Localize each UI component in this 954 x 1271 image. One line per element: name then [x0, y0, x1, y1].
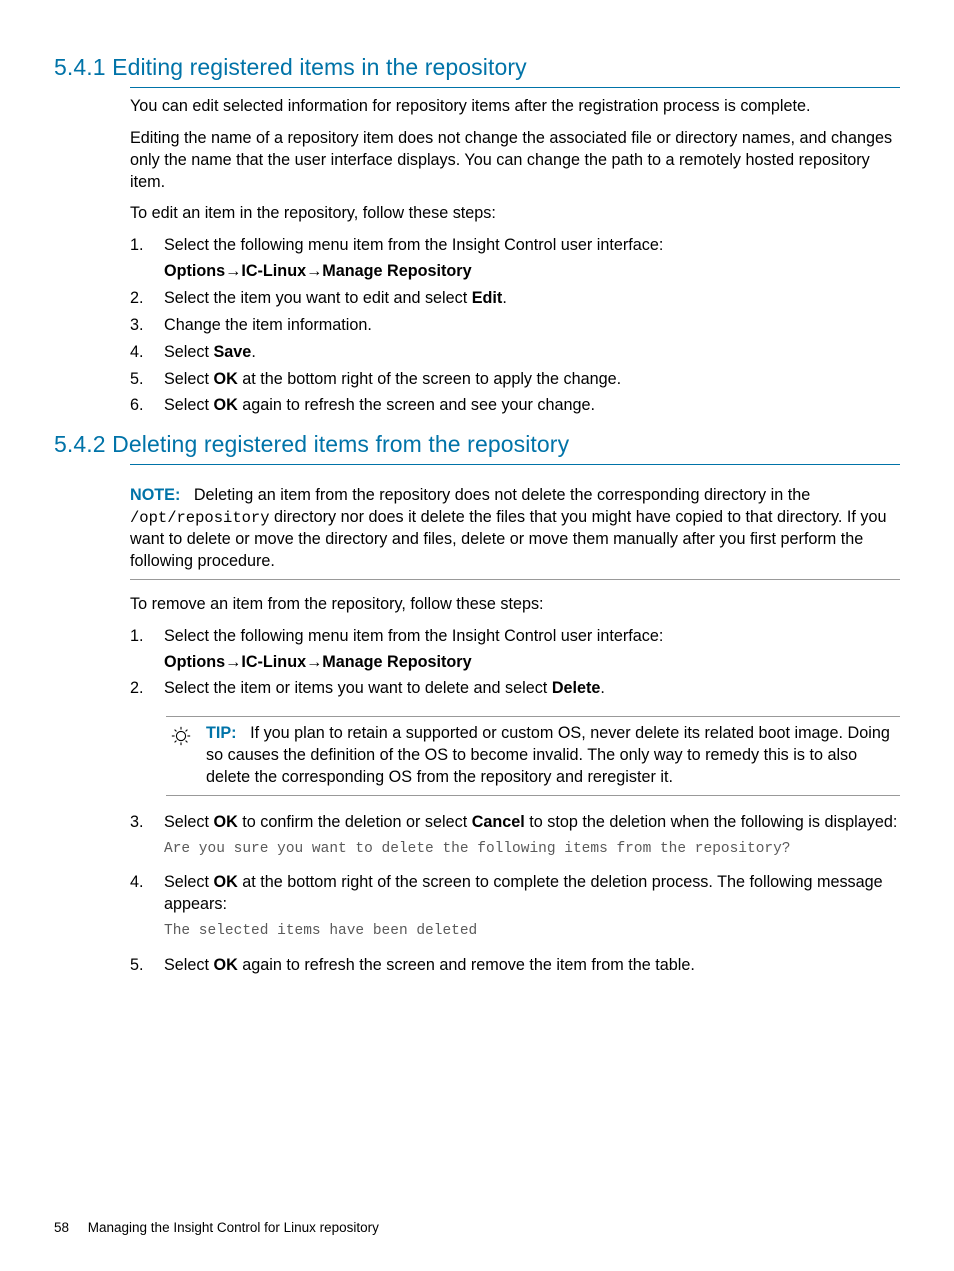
ordered-steps: 1. Select the following menu item from t… — [130, 626, 900, 701]
callout-rule — [130, 579, 900, 580]
step-text: Select the following menu item from the … — [164, 626, 900, 674]
step-text: Select the item or items you want to del… — [164, 678, 900, 700]
step-text: Select OK to confirm the deletion or sel… — [164, 812, 900, 867]
paragraph: To remove an item from the repository, f… — [130, 594, 900, 616]
section-541-body: You can edit selected information for re… — [130, 96, 900, 417]
step-item: 2. Select the item or items you want to … — [130, 678, 900, 700]
step-text: Select the following menu item from the … — [164, 235, 900, 283]
code-output: Are you sure you want to delete the foll… — [164, 840, 900, 860]
step-item: 1. Select the following menu item from t… — [130, 235, 900, 283]
step-text: Select OK again to refresh the screen an… — [164, 395, 900, 417]
tip-content: TIP: If you plan to retain a supported o… — [206, 723, 900, 789]
tip-icon — [170, 723, 206, 789]
step-text: Select Save. — [164, 342, 900, 364]
footer-title: Managing the Insight Control for Linux r… — [88, 1220, 379, 1235]
step-item: 4. Select OK at the bottom right of the … — [130, 872, 900, 949]
step-number: 4. — [130, 342, 164, 364]
step-text: Select OK again to refresh the screen an… — [164, 955, 900, 977]
step-item: 4. Select Save. — [130, 342, 900, 364]
heading-rule — [130, 87, 900, 88]
code-output: The selected items have been deleted — [164, 922, 900, 942]
step-text: Select OK at the bottom right of the scr… — [164, 369, 900, 391]
step-number: 4. — [130, 872, 164, 949]
note-content: NOTE: Deleting an item from the reposito… — [130, 479, 900, 579]
section-542-body: To remove an item from the repository, f… — [130, 594, 900, 700]
ordered-steps: 3. Select OK to confirm the deletion or … — [130, 812, 900, 977]
section-heading-542: 5.4.2 Deleting registered items from the… — [54, 431, 900, 458]
arrow-icon: → — [306, 653, 322, 671]
step-number: 2. — [130, 678, 164, 700]
step-text: Select the item you want to edit and sel… — [164, 288, 900, 310]
step-item: 2. Select the item you want to edit and … — [130, 288, 900, 310]
code-path: /opt/repository — [130, 509, 270, 527]
tip-row: TIP: If you plan to retain a supported o… — [170, 717, 900, 795]
note-label: NOTE: — [130, 486, 180, 504]
page-footer: 58 Managing the Insight Control for Linu… — [54, 1220, 379, 1235]
step-number: 2. — [130, 288, 164, 310]
step-item: 3. Select OK to confirm the deletion or … — [130, 812, 900, 867]
step-number: 1. — [130, 235, 164, 283]
page-number: 58 — [54, 1220, 84, 1235]
step-number: 5. — [130, 369, 164, 391]
step-item: 1. Select the following menu item from t… — [130, 626, 900, 674]
paragraph: Editing the name of a repository item do… — [130, 128, 900, 194]
arrow-icon: → — [306, 262, 322, 280]
step-item: 3. Change the item information. — [130, 315, 900, 337]
section-heading-541: 5.4.1 Editing registered items in the re… — [54, 54, 900, 81]
step-item: 5. Select OK at the bottom right of the … — [130, 369, 900, 391]
step-number: 3. — [130, 315, 164, 337]
menu-path: Options→IC-Linux→Manage Repository — [164, 261, 900, 283]
callout-rule — [166, 795, 900, 796]
section-542-body-cont: 3. Select OK to confirm the deletion or … — [130, 812, 900, 977]
arrow-icon: → — [225, 653, 241, 671]
heading-rule — [130, 464, 900, 465]
arrow-icon: → — [225, 262, 241, 280]
tip-label: TIP: — [206, 724, 237, 742]
step-text: Change the item information. — [164, 315, 900, 337]
ordered-steps: 1. Select the following menu item from t… — [130, 235, 900, 417]
paragraph: You can edit selected information for re… — [130, 96, 900, 118]
step-text: Select OK at the bottom right of the scr… — [164, 872, 900, 949]
step-item: 5. Select OK again to refresh the screen… — [130, 955, 900, 977]
step-item: 6. Select OK again to refresh the screen… — [130, 395, 900, 417]
document-page: 5.4.1 Editing registered items in the re… — [0, 0, 954, 1271]
step-number: 6. — [130, 395, 164, 417]
paragraph: To edit an item in the repository, follo… — [130, 203, 900, 225]
step-number: 5. — [130, 955, 164, 977]
menu-path: Options→IC-Linux→Manage Repository — [164, 652, 900, 674]
note-callout: NOTE: Deleting an item from the reposito… — [130, 473, 900, 586]
step-number: 3. — [130, 812, 164, 867]
tip-callout: TIP: If you plan to retain a supported o… — [130, 710, 900, 802]
step-number: 1. — [130, 626, 164, 674]
